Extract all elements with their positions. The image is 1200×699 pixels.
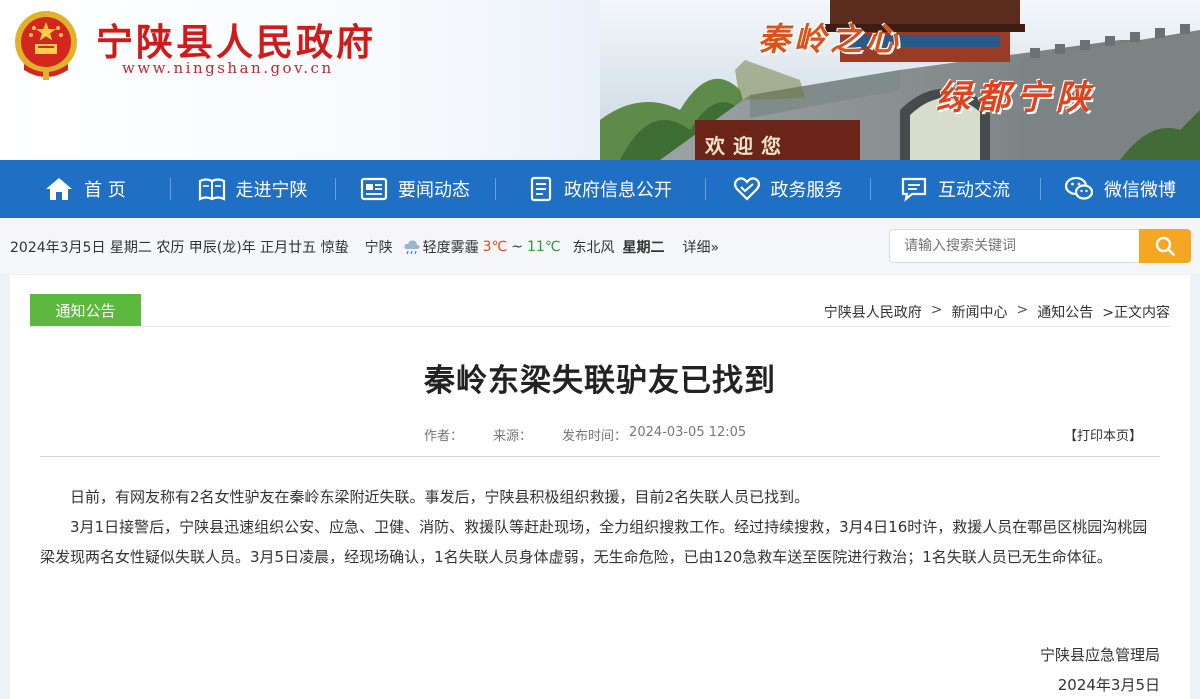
- home-icon: [46, 178, 73, 200]
- print-page-link[interactable]: 【打印本页】: [1064, 425, 1142, 444]
- breadcrumb: 宁陕县人民政府 > 新闻中心 > 通知公告 >正文内容: [824, 302, 1170, 322]
- nav-item-news[interactable]: 要闻动态: [335, 160, 495, 218]
- site-title[interactable]: 宁陕县人民政府: [96, 12, 376, 66]
- meta-source: 来源：: [493, 429, 533, 444]
- temp-high: 11℃: [527, 239, 561, 255]
- breadcrumb-link-news-center[interactable]: 新闻中心: [952, 302, 1008, 322]
- wind-direction: 东北风: [572, 240, 615, 256]
- nav-item-label: 微信微博: [1104, 180, 1176, 201]
- weather-city: 宁陕: [364, 240, 393, 256]
- breadcrumb-separator: >: [930, 302, 943, 318]
- breadcrumb-divider: [30, 326, 1170, 327]
- national-emblem-icon: [15, 11, 77, 80]
- nav-item-services[interactable]: 政务服务: [705, 160, 870, 218]
- signature-org: 宁陕县应急管理局: [1039, 646, 1160, 664]
- search-input[interactable]: [889, 229, 1141, 263]
- book-icon: [198, 178, 225, 201]
- breadcrumb-link-home[interactable]: 宁陕县人民政府: [824, 302, 922, 322]
- meta-publish-time: 2024-03-05 12:05: [629, 425, 747, 440]
- banner-slogan-top: 秦岭之心: [758, 20, 903, 58]
- wechat-icon: [1064, 176, 1094, 200]
- news-icon: [360, 177, 388, 201]
- section-tag[interactable]: 通知公告: [30, 294, 141, 326]
- main-nav: 首 页 走进宁陕 要闻动态 政府信息公开 政务服务 互动交流 微信微博: [0, 160, 1200, 218]
- breadcrumb-link-notices[interactable]: 通知公告: [1037, 302, 1093, 322]
- nav-item-label: 互动交流: [938, 180, 1010, 201]
- article-paragraph: 3月1日接警后，宁陕县迅速组织公安、应急、卫健、消防、救援队等赶赴现场，全力组织…: [40, 518, 1148, 566]
- heart-icon: [733, 177, 760, 201]
- nav-item-label: 首 页: [84, 180, 126, 201]
- article-paragraph: 日前，有网友称有2名女性驴友在秦岭东梁附近失联。事发后，宁陕县积极组织救援，目前…: [70, 488, 810, 506]
- weather-condition: 轻度雾霾: [422, 240, 479, 256]
- signature-date: 2024年3月5日: [1057, 676, 1160, 694]
- cloud-rain-icon: [404, 240, 420, 255]
- breadcrumb-separator: >: [1016, 302, 1029, 318]
- meta-divider: [40, 456, 1160, 457]
- document-icon: [530, 176, 552, 202]
- welcome-sign: 欢迎您: [705, 134, 789, 158]
- meta-publish-label: 发布时间：: [562, 429, 628, 444]
- site-url: www.ningshan.gov.cn: [122, 59, 334, 77]
- lunar-date: 2024年3月5日 星期二 农历 甲辰(龙)年 正月廿五 惊蛰: [10, 240, 349, 256]
- nav-item-label: 政务服务: [770, 180, 843, 201]
- article-signature: 宁陕县应急管理局 2024年3月5日: [1040, 640, 1160, 699]
- temp-separator: ~: [511, 239, 523, 255]
- meta-author: 作者：: [424, 429, 464, 444]
- weather-detail-link[interactable]: 详细»: [683, 237, 720, 257]
- article-title: 秦岭东梁失联驴友已找到: [424, 363, 776, 399]
- article-body: 日前，有网友称有2名女性驴友在秦岭东梁附近失联。事发后，宁陕县积极组织救援，目前…: [40, 482, 1160, 572]
- chat-icon: [901, 177, 927, 202]
- banner-slogan-bottom: 绿都宁陕: [936, 78, 1096, 118]
- nav-item-interaction[interactable]: 互动交流: [870, 160, 1040, 218]
- nav-item-wechat-weibo[interactable]: 微信微博: [1040, 160, 1200, 218]
- breadcrumb-current: >正文内容: [1102, 305, 1170, 321]
- temp-low: 3℃: [482, 239, 508, 255]
- weather-weekday: 星期二: [622, 240, 665, 256]
- nav-item-home[interactable]: 首 页: [0, 160, 170, 218]
- article-meta: 作者： 来源： 发布时间： 2024-03-05 12:05: [424, 425, 752, 444]
- search-icon: [1155, 236, 1175, 256]
- search-button[interactable]: [1139, 229, 1191, 263]
- nav-item-gov-info[interactable]: 政府信息公开: [495, 160, 705, 218]
- date-weather-strip: 2024年3月5日 星期二 农历 甲辰(龙)年 正月廿五 惊蛰 宁陕 轻度雾霾 …: [10, 237, 725, 257]
- nav-item-about[interactable]: 走进宁陕: [170, 160, 335, 218]
- nav-item-label: 政府信息公开: [564, 180, 672, 201]
- site-banner: 宁陕县人民政府 www.ningshan.gov.cn 秦岭之心 绿都宁陕 欢迎…: [0, 0, 1200, 160]
- nav-item-label: 走进宁陕: [235, 180, 308, 201]
- nav-item-label: 要闻动态: [398, 180, 470, 201]
